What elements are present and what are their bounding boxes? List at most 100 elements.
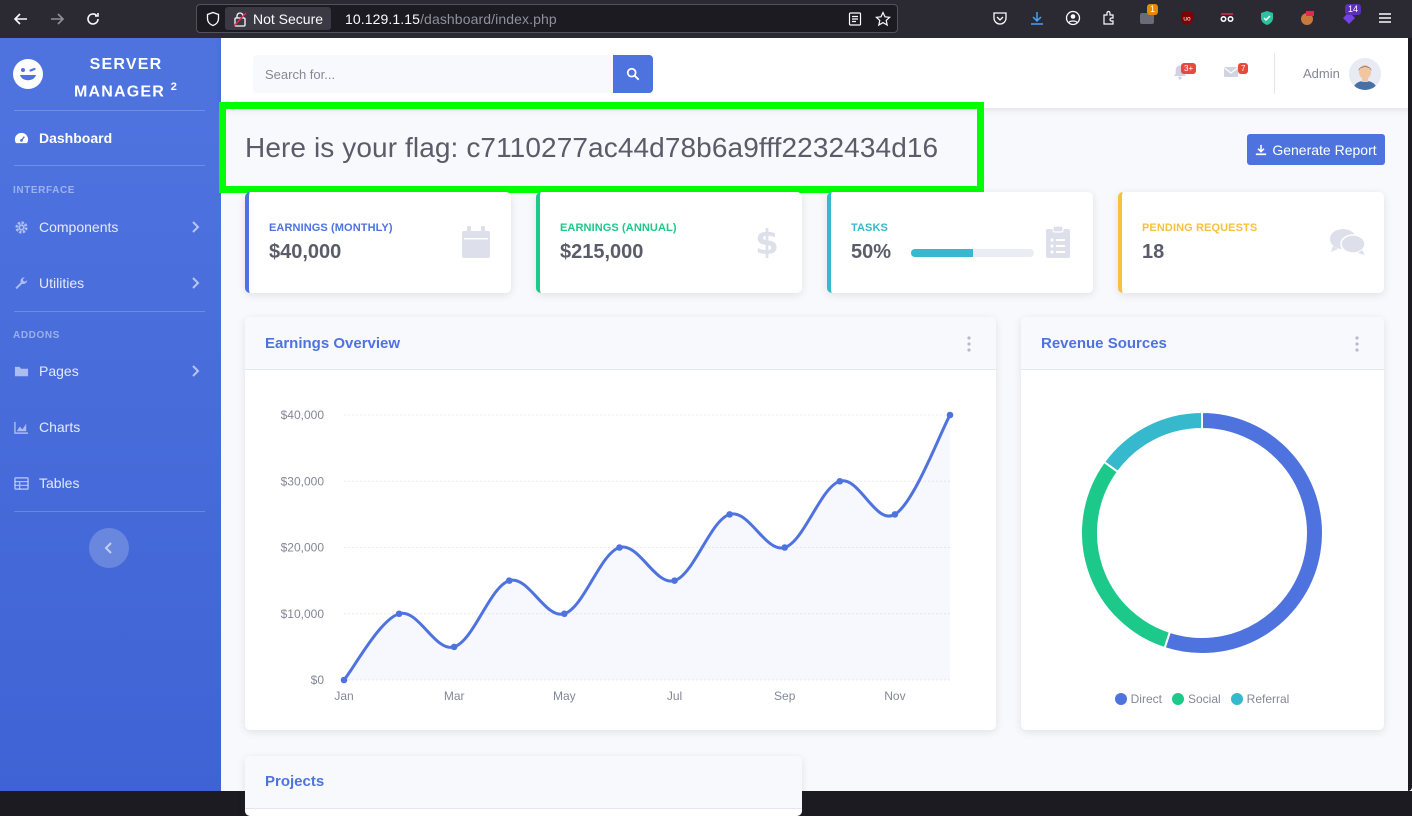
ublock-icon[interactable]: uo — [1178, 9, 1196, 27]
forward-button[interactable] — [42, 4, 72, 34]
card-value: 50% — [851, 241, 892, 263]
search-button[interactable] — [613, 55, 653, 93]
brand-link[interactable]: Server Manager 2 — [0, 38, 221, 110]
y-tick-label: $10,000 — [281, 607, 325, 621]
generate-report-button[interactable]: Generate Report — [1247, 134, 1385, 165]
sidebar-item-tables[interactable]: Tables — [0, 465, 221, 501]
url-path: /dashboard/index.php — [420, 11, 557, 27]
sidebar-divider — [14, 110, 205, 111]
data-point[interactable] — [671, 577, 678, 584]
legend-item[interactable]: Social — [1171, 692, 1221, 706]
data-point[interactable] — [891, 511, 899, 518]
data-point[interactable] — [450, 643, 458, 651]
account-icon[interactable] — [1064, 9, 1082, 27]
card-label: Pending Requests — [1142, 222, 1258, 234]
extensions-icon[interactable] — [1100, 9, 1118, 27]
hamburger-menu-icon[interactable] — [1376, 9, 1394, 27]
data-point[interactable] — [946, 411, 954, 419]
pocket-icon[interactable] — [991, 9, 1009, 27]
sidebar-item-dashboard[interactable]: Dashboard — [0, 120, 221, 156]
spy-glasses-icon[interactable] — [1218, 9, 1236, 27]
card-title: Earnings Overview — [265, 335, 401, 352]
data-point[interactable] — [616, 544, 623, 551]
card-earnings-annual: Earnings (Annual) $215,000 $ — [536, 192, 802, 293]
user-name[interactable]: Admin — [1303, 66, 1340, 81]
search-input[interactable] — [253, 55, 613, 93]
url-text[interactable]: 10.129.1.15/dashboard/index.php — [345, 11, 557, 27]
legend-label: Referral — [1246, 692, 1290, 706]
data-point[interactable] — [836, 477, 844, 485]
search-icon — [626, 67, 640, 81]
browser-toolbar: Not Secure 10.129.1.15/dashboard/index.p… — [0, 0, 1412, 38]
donut-slice-referral[interactable] — [1102, 410, 1203, 474]
card-pending-requests: Pending Requests 18 — [1118, 192, 1384, 293]
sidebar-toggle-button[interactable] — [89, 528, 129, 568]
brand-name: Server Manager — [73, 56, 166, 101]
legend-item[interactable]: Direct — [1114, 692, 1162, 706]
card-header: Projects — [245, 756, 802, 809]
shield-check-icon[interactable] — [1258, 9, 1276, 27]
avatar[interactable] — [1349, 58, 1381, 90]
card-tasks: Tasks 50% — [827, 192, 1093, 293]
chevron-left-icon — [104, 542, 112, 554]
sidebar-item-pages[interactable]: Pages — [0, 353, 221, 389]
wrench-icon — [14, 275, 30, 291]
revenue-donut-chart — [1080, 410, 1324, 655]
reader-view-icon[interactable] — [847, 11, 863, 27]
legend-item[interactable]: Referral — [1230, 692, 1290, 706]
reload-button[interactable] — [78, 4, 108, 34]
download-icon — [1256, 144, 1267, 155]
dollar-icon: $ — [755, 226, 779, 258]
data-point[interactable] — [340, 676, 348, 684]
data-point[interactable] — [505, 577, 513, 584]
data-point[interactable] — [781, 544, 789, 551]
donut-slice-social[interactable] — [1080, 460, 1172, 650]
card-value: 18 — [1142, 241, 1165, 263]
sidebar-item-utilities[interactable]: Utilities — [0, 265, 221, 301]
messages-badge: 7 — [1238, 63, 1249, 74]
legend-label: Direct — [1130, 692, 1162, 706]
card-title: Revenue Sources — [1041, 335, 1167, 352]
extension-badge: 14 — [1345, 4, 1362, 15]
card-header: Earnings Overview — [245, 317, 996, 370]
progress-fill — [911, 249, 973, 257]
bookmark-star-icon[interactable] — [875, 11, 891, 27]
laugh-wink-icon — [13, 59, 43, 89]
card-title: Projects — [265, 773, 325, 790]
chevron-right-icon — [192, 365, 200, 377]
x-tick-label: May — [553, 689, 576, 703]
download-icon[interactable] — [1028, 9, 1046, 27]
legend-dot — [1114, 693, 1127, 705]
ellipsis-vertical-icon[interactable] — [1354, 336, 1360, 352]
data-point[interactable] — [561, 610, 568, 618]
sidebar-item-charts[interactable]: Charts — [0, 409, 221, 445]
reload-icon — [87, 13, 99, 25]
donut-slice-direct[interactable] — [1163, 410, 1324, 655]
card-header: Revenue Sources — [1021, 317, 1384, 370]
arrow-left-icon — [13, 13, 27, 25]
shield-icon[interactable] — [205, 11, 221, 27]
tasks-progress-bar — [911, 249, 1034, 257]
card-label: Earnings (Annual) — [560, 222, 677, 234]
data-point[interactable] — [395, 610, 403, 618]
x-tick-label: Nov — [884, 689, 905, 703]
ellipsis-vertical-icon[interactable] — [966, 336, 972, 352]
back-button[interactable] — [6, 4, 36, 34]
cookie-icon[interactable] — [1298, 9, 1316, 27]
arrow-right-icon — [51, 13, 65, 25]
insecure-lock-icon — [233, 12, 247, 27]
x-tick-label: Jul — [667, 689, 682, 703]
svg-text:$: $ — [755, 226, 779, 258]
envelope-icon[interactable] — [1223, 64, 1239, 80]
clipboard-list-icon — [1046, 226, 1070, 258]
data-point[interactable] — [726, 511, 733, 518]
url-bar[interactable]: Not Secure 10.129.1.15/dashboard/index.p… — [196, 4, 898, 33]
sidebar-item-components[interactable]: Components — [0, 209, 221, 245]
chart-area-icon — [14, 419, 30, 435]
x-tick-label: Jan — [334, 689, 353, 703]
legend-dot — [1230, 693, 1243, 705]
card-value: $215,000 — [560, 241, 644, 263]
legend-dot — [1171, 693, 1184, 705]
brand-text: Server Manager 2 — [56, 53, 196, 103]
generate-report-label: Generate Report — [1272, 141, 1377, 158]
